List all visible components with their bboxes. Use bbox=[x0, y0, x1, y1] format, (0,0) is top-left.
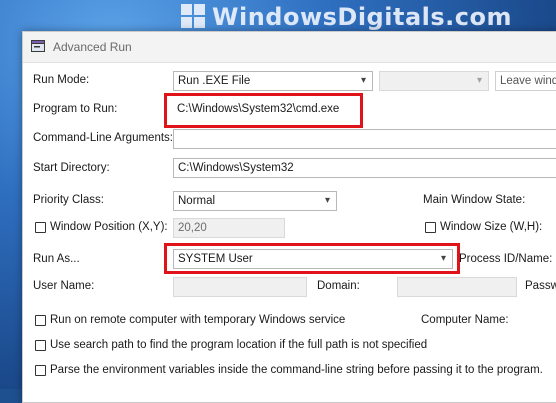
program-to-run-label: Program to Run: bbox=[33, 103, 118, 115]
run-mode-extra-dropdown[interactable]: ▾ bbox=[379, 71, 489, 91]
window-position-input[interactable]: 20,20 bbox=[173, 218, 285, 238]
priority-class-value: Normal bbox=[178, 195, 216, 207]
title-bar: Advanced Run bbox=[23, 32, 556, 63]
priority-class-dropdown[interactable]: Normal ▾ bbox=[173, 191, 337, 211]
app-icon bbox=[31, 40, 45, 52]
windowsdigitals-logo-icon bbox=[181, 4, 205, 28]
highlight-run-as-box bbox=[164, 243, 460, 274]
leave-window-text: Leave windo bbox=[500, 75, 556, 87]
start-directory-value: C:\Windows\System32 bbox=[178, 162, 294, 174]
run-as-label: Run As... bbox=[33, 253, 80, 265]
user-name-input[interactable] bbox=[173, 277, 307, 297]
parse-env-label: Parse the environment variables inside t… bbox=[50, 364, 543, 376]
leave-window-option[interactable]: Leave windo bbox=[495, 71, 556, 91]
start-directory-label: Start Directory: bbox=[33, 162, 110, 174]
domain-label: Domain: bbox=[317, 280, 360, 292]
run-mode-label: Run Mode: bbox=[33, 74, 90, 86]
start-directory-input[interactable]: C:\Windows\System32 bbox=[173, 158, 556, 178]
highlight-program-box bbox=[164, 93, 363, 128]
chevron-down-icon: ▾ bbox=[360, 75, 366, 86]
process-id-label: Process ID/Name: bbox=[459, 253, 553, 265]
window-title: Advanced Run bbox=[53, 40, 132, 54]
chevron-down-icon: ▾ bbox=[476, 75, 482, 86]
run-mode-dropdown[interactable]: Run .EXE File ▾ bbox=[173, 71, 373, 91]
command-line-arguments-input[interactable] bbox=[173, 129, 556, 149]
window-position-checkbox[interactable] bbox=[35, 222, 46, 233]
remote-computer-checkbox[interactable] bbox=[35, 315, 46, 326]
search-path-checkbox[interactable] bbox=[35, 340, 46, 351]
window-position-value: 20,20 bbox=[178, 222, 207, 234]
watermark: WindowsDigitals.com bbox=[180, 0, 512, 34]
password-label: Passwo bbox=[525, 280, 556, 292]
remote-computer-label: Run on remote computer with temporary Wi… bbox=[50, 314, 346, 326]
window-position-label: Window Position (X,Y): bbox=[50, 221, 168, 233]
advanced-run-window: Advanced Run Run Mode: Run .EXE File ▾ ▾… bbox=[22, 31, 556, 403]
computer-name-label: Computer Name: bbox=[421, 314, 509, 326]
chevron-down-icon: ▾ bbox=[324, 195, 330, 206]
window-size-label: Window Size (W,H): bbox=[440, 221, 543, 233]
domain-input[interactable] bbox=[397, 277, 517, 297]
priority-class-label: Priority Class: bbox=[33, 194, 104, 206]
run-mode-value: Run .EXE File bbox=[178, 75, 251, 87]
search-path-label: Use search path to find the program loca… bbox=[50, 339, 428, 351]
window-size-checkbox[interactable] bbox=[425, 222, 436, 233]
user-name-label: User Name: bbox=[33, 280, 95, 292]
parse-env-checkbox[interactable] bbox=[35, 365, 46, 376]
command-line-arguments-label: Command-Line Arguments: bbox=[33, 132, 173, 144]
main-window-state-label: Main Window State: bbox=[423, 194, 526, 206]
watermark-text: WindowsDigitals.com bbox=[212, 3, 512, 31]
